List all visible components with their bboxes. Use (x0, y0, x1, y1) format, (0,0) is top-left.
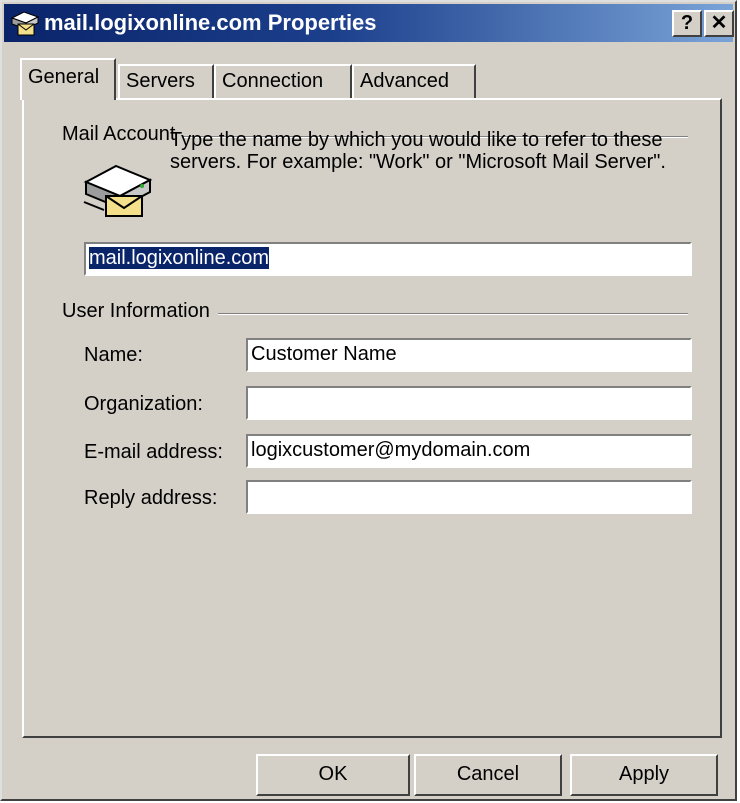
tab-connection[interactable]: Connection (214, 64, 352, 98)
name-input[interactable]: Customer Name (246, 338, 692, 372)
general-tab-panel: Mail Account Type the name by which you … (22, 98, 722, 738)
tab-servers[interactable]: Servers (118, 64, 214, 98)
tab-advanced[interactable]: Advanced (352, 64, 476, 98)
organization-label: Organization: (84, 393, 203, 415)
window-title: mail.logixonline.com Properties (44, 10, 377, 35)
help-button[interactable]: ? (672, 10, 702, 37)
mail-account-heading: Mail Account (62, 123, 184, 146)
email-address-label: E-mail address: (84, 441, 223, 463)
mail-server-envelope-icon (83, 164, 153, 217)
user-information-heading: User Information (62, 300, 218, 323)
name-label: Name: (84, 344, 143, 366)
mail-account-description: Type the name by which you would like to… (170, 129, 666, 173)
mail-server-icon (10, 11, 40, 36)
account-name-input[interactable]: mail.logixonline.com (84, 242, 692, 276)
properties-dialog: mail.logixonline.com Properties ? ✕ Gene… (0, 0, 737, 801)
cancel-button[interactable]: Cancel (414, 754, 562, 796)
organization-input[interactable] (246, 386, 692, 420)
apply-button[interactable]: Apply (570, 754, 718, 796)
email-address-input[interactable]: logixcustomer@mydomain.com (246, 434, 692, 468)
title-bar[interactable]: mail.logixonline.com Properties ? ✕ (4, 4, 734, 42)
tab-general[interactable]: General (20, 58, 116, 100)
close-button[interactable]: ✕ (704, 10, 734, 37)
ok-button[interactable]: OK (256, 754, 410, 796)
reply-address-input[interactable] (246, 480, 692, 514)
account-name-value: mail.logixonline.com (89, 247, 270, 269)
reply-address-label: Reply address: (84, 487, 218, 509)
